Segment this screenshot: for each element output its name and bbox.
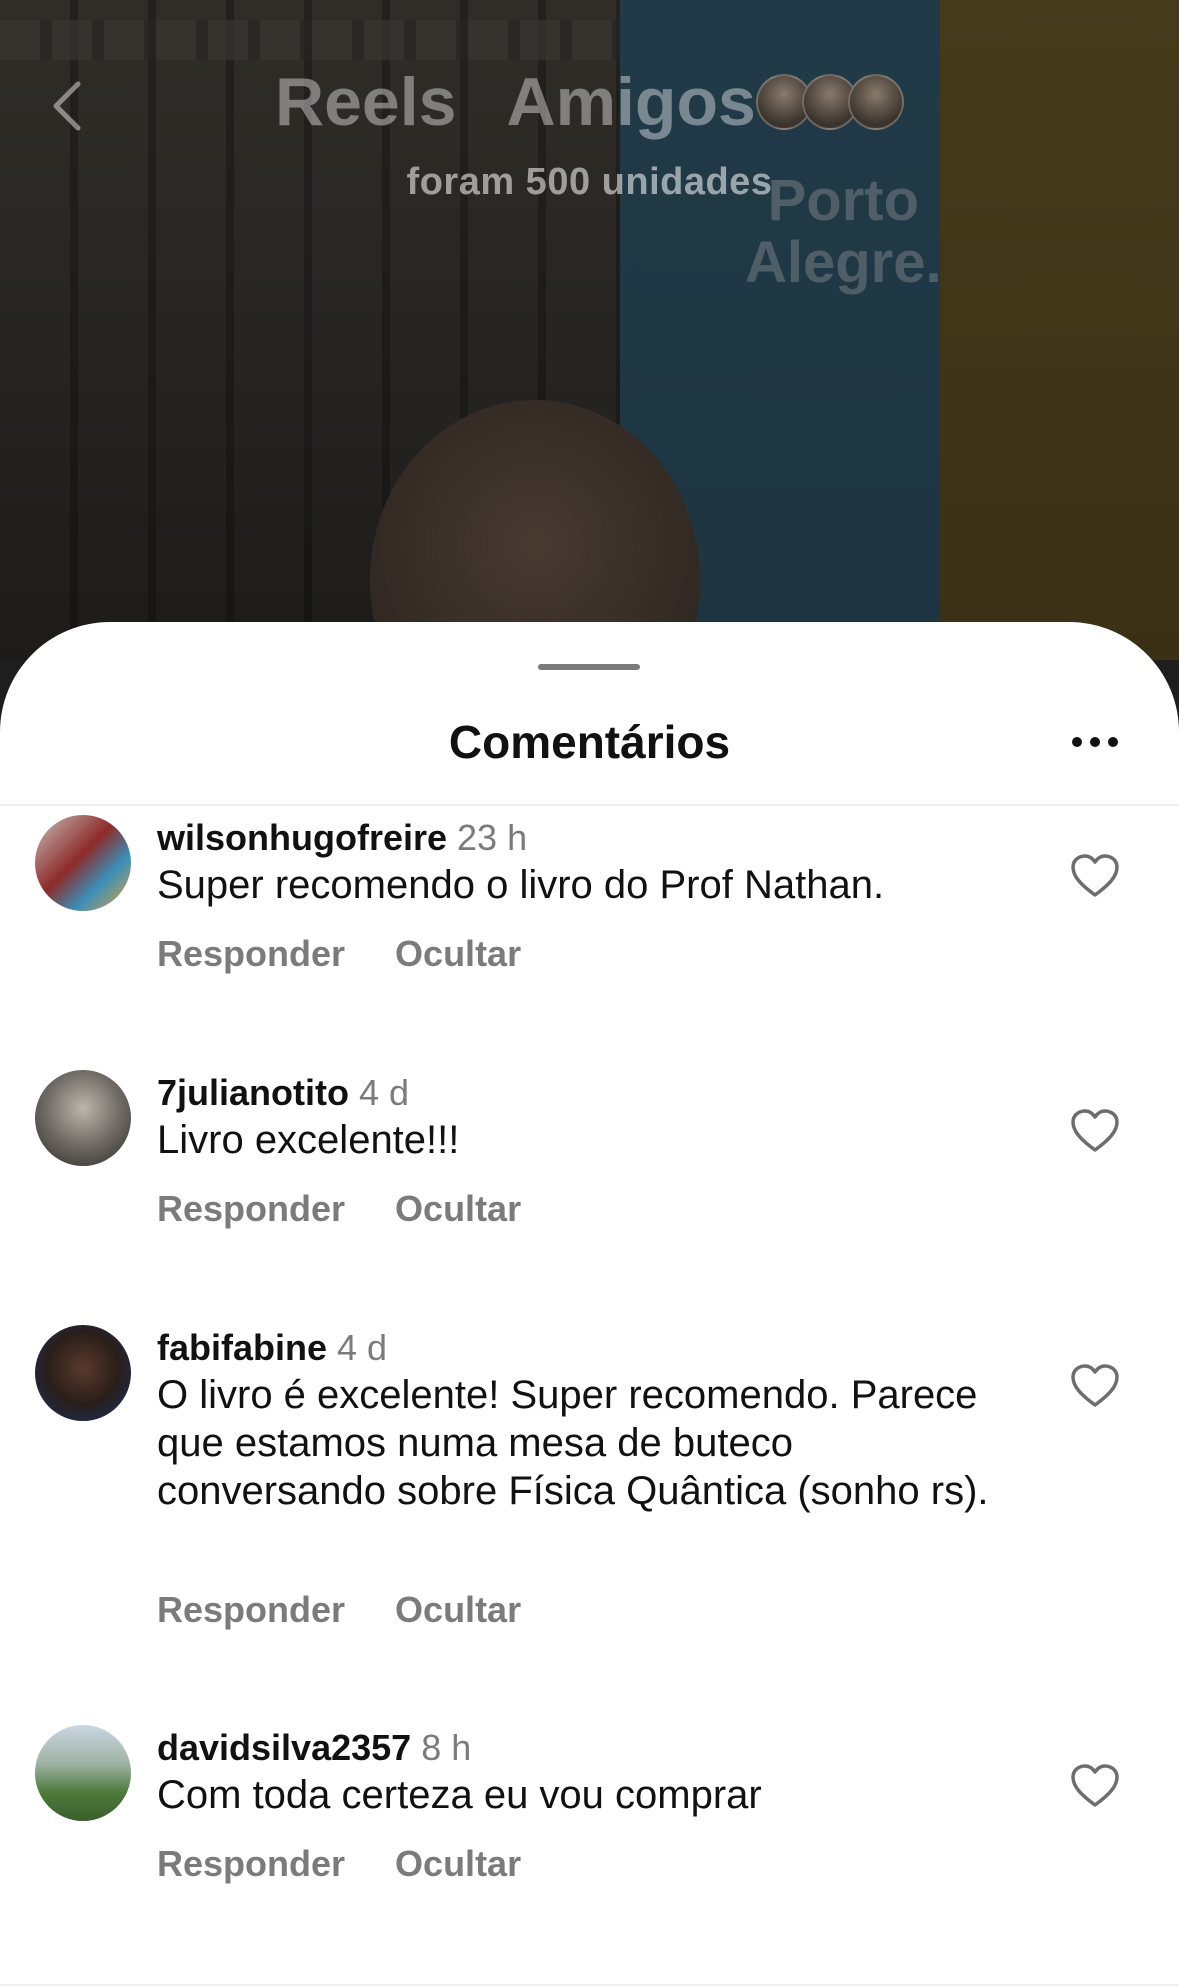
heart-icon[interactable]	[1070, 853, 1120, 899]
chevron-left-icon[interactable]	[48, 78, 88, 134]
reply-button[interactable]: Responder	[157, 1841, 345, 1887]
avatar[interactable]	[35, 1070, 131, 1166]
heart-icon[interactable]	[1070, 1108, 1120, 1154]
avatar[interactable]	[35, 1325, 131, 1421]
comments-sheet: Comentários wilsonhugofreire 23 h Super r…	[0, 622, 1179, 1988]
comment-header: 7julianotito 4 d	[157, 1070, 409, 1116]
hide-button[interactable]: Ocultar	[395, 931, 521, 977]
comment-text: Livro excelente!!!	[157, 1118, 460, 1162]
divider	[0, 804, 1179, 806]
comment-username[interactable]: wilsonhugofreire	[157, 817, 447, 858]
comment-actions: Responder Ocultar	[157, 1587, 521, 1633]
comment-time: 8 h	[421, 1727, 472, 1768]
reply-button[interactable]: Responder	[157, 1186, 345, 1232]
hide-button[interactable]: Ocultar	[395, 1186, 521, 1232]
comment-text: Super recomendo o livro do Prof Nathan.	[157, 863, 885, 907]
comment-actions: Responder Ocultar	[157, 931, 521, 977]
comment-time: 4 d	[337, 1327, 388, 1368]
friend-avatars	[755, 74, 904, 130]
comment-username[interactable]: 7julianotito	[157, 1072, 349, 1113]
tab-amigos[interactable]: Amigos	[506, 62, 755, 142]
reel-caption: foram 500 unidades	[406, 161, 773, 203]
divider	[0, 1984, 1179, 1986]
comment-header: davidsilva2357 8 h	[157, 1725, 471, 1771]
heart-icon[interactable]	[1070, 1363, 1120, 1409]
comment-username[interactable]: davidsilva2357	[157, 1727, 411, 1768]
comment-header: wilsonhugofreire 23 h	[157, 815, 527, 861]
comment-time: 4 d	[359, 1072, 410, 1113]
comment-time: 23 h	[457, 817, 528, 858]
comment-text: Com toda certeza eu vou comprar	[157, 1773, 762, 1817]
reply-button[interactable]: Responder	[157, 931, 345, 977]
reels-tabs: Reels Amigos	[275, 62, 904, 142]
comment-actions: Responder Ocultar	[157, 1841, 521, 1887]
sheet-title: Comentários	[448, 716, 731, 768]
tab-reels[interactable]: Reels	[275, 62, 456, 142]
hide-button[interactable]: Ocultar	[395, 1587, 521, 1633]
avatar[interactable]	[35, 1725, 131, 1821]
reply-button[interactable]: Responder	[157, 1587, 345, 1633]
drag-handle[interactable]	[538, 664, 640, 670]
comment-actions: Responder Ocultar	[157, 1186, 521, 1232]
comment-username[interactable]: fabifabine	[157, 1327, 327, 1368]
more-horizontal-icon[interactable]	[1070, 734, 1120, 750]
heart-icon[interactable]	[1070, 1763, 1120, 1809]
comment-header: fabifabine 4 d	[157, 1325, 387, 1371]
avatar[interactable]	[35, 815, 131, 911]
comment-text: O livro é excelente! Super recomendo. Pa…	[157, 1373, 989, 1513]
friend-avatar	[847, 74, 904, 130]
hide-button[interactable]: Ocultar	[395, 1841, 521, 1887]
